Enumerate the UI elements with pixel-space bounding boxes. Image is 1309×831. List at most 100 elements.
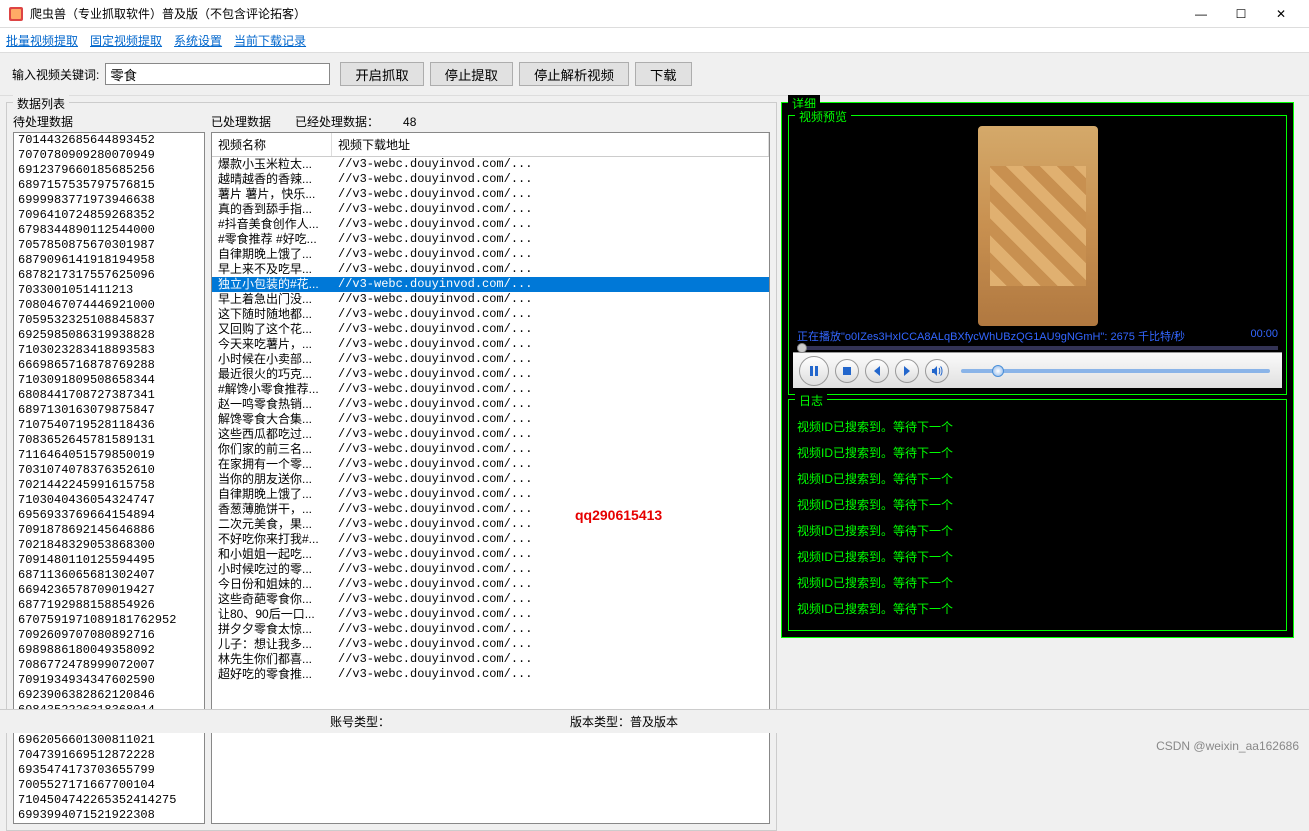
start-crawl-button[interactable]: 开启抓取 [340,62,423,86]
table-row[interactable]: 赵一鸣零食热销...//v3-webc.douyinvod.com/... [212,397,769,412]
table-row[interactable]: 独立小包装的#花...//v3-webc.douyinvod.com/... [212,277,769,292]
download-button[interactable]: 下载 [635,62,692,86]
pending-item[interactable]: 6897157535797576815 [14,178,204,193]
pending-item[interactable]: 7103040436054324747 [14,493,204,508]
pending-item[interactable]: 7070780909280070949 [14,148,204,163]
pending-item[interactable]: 7059532325108845837 [14,313,204,328]
table-row[interactable]: #零食推荐 #好吃...//v3-webc.douyinvod.com/... [212,232,769,247]
pending-item[interactable]: 7031074078376352610 [14,463,204,478]
play-pause-button[interactable] [799,356,829,386]
pending-item[interactable]: 6669865716878769288 [14,358,204,373]
table-row[interactable]: 爆款小玉米粒太...//v3-webc.douyinvod.com/... [212,157,769,172]
pending-item[interactable]: 6925985086319938828 [14,328,204,343]
pending-item[interactable]: 6877192988158854926 [14,598,204,613]
pending-item[interactable]: 7021848329053868300 [14,538,204,553]
next-button[interactable] [895,359,919,383]
pending-item[interactable]: 7092609707080892716 [14,628,204,643]
progress-bar[interactable] [797,346,1278,350]
table-row[interactable]: 这下随时随地都...//v3-webc.douyinvod.com/... [212,307,769,322]
volume-button[interactable] [925,359,949,383]
volume-thumb[interactable] [992,365,1004,377]
link-batch-video[interactable]: 批量视频提取 [6,32,78,49]
close-button[interactable]: ✕ [1261,1,1301,27]
table-row[interactable]: 当你的朋友送你...//v3-webc.douyinvod.com/... [212,472,769,487]
stop-extract-button[interactable]: 停止提取 [430,62,513,86]
table-row[interactable]: 早上来不及吃早...//v3-webc.douyinvod.com/... [212,262,769,277]
pending-item[interactable]: 7057850875670301987 [14,238,204,253]
table-row[interactable]: 薯片 薯片，快乐...//v3-webc.douyinvod.com/... [212,187,769,202]
table-row[interactable]: 不好吃你来打我#...//v3-webc.douyinvod.com/... [212,532,769,547]
link-download-log[interactable]: 当前下载记录 [234,32,306,49]
table-row[interactable]: 最近很火的巧克...//v3-webc.douyinvod.com/... [212,367,769,382]
pending-item[interactable]: 7005527171667700104 [14,778,204,793]
table-row[interactable]: 小时候在小卖部...//v3-webc.douyinvod.com/... [212,352,769,367]
table-row[interactable]: 在家拥有一个零...//v3-webc.douyinvod.com/... [212,457,769,472]
pending-item[interactable]: 6897130163079875847 [14,403,204,418]
pending-item[interactable]: 6989886180049358092 [14,643,204,658]
table-row[interactable]: #抖音美食创作人...//v3-webc.douyinvod.com/... [212,217,769,232]
table-row[interactable]: #解馋小零食推荐...//v3-webc.douyinvod.com/... [212,382,769,397]
table-row[interactable]: 超好吃的零食推...//v3-webc.douyinvod.com/... [212,667,769,682]
keyword-input[interactable] [105,63,330,85]
table-row[interactable]: 二次元美食，果...//v3-webc.douyinvod.com/... [212,517,769,532]
table-row[interactable]: 自律期晚上饿了...//v3-webc.douyinvod.com/... [212,487,769,502]
volume-slider[interactable] [961,369,1270,373]
table-row[interactable]: 这些西瓜都吃过...//v3-webc.douyinvod.com/... [212,427,769,442]
pending-item[interactable]: 7107540719528118436 [14,418,204,433]
table-row[interactable]: 你们家的前三名...//v3-webc.douyinvod.com/... [212,442,769,457]
pending-item[interactable]: 7083652645781589131 [14,433,204,448]
table-row[interactable]: 让80、90后一口...//v3-webc.douyinvod.com/... [212,607,769,622]
table-row[interactable]: 自律期晚上饿了...//v3-webc.douyinvod.com/... [212,247,769,262]
table-row[interactable]: 小时候吃过的零...//v3-webc.douyinvod.com/... [212,562,769,577]
pending-item[interactable]: 7047391669512872228 [14,748,204,763]
stop-button[interactable] [835,359,859,383]
link-fixed-video[interactable]: 固定视频提取 [90,32,162,49]
pending-item[interactable]: 6707591971089181762952 [14,613,204,628]
table-row[interactable]: 拼夕夕零食太惊...//v3-webc.douyinvod.com/... [212,622,769,637]
link-settings[interactable]: 系统设置 [174,32,222,49]
pending-item[interactable]: 6993994071521922308 [14,808,204,823]
pending-item[interactable]: 7080467074446921000 [14,298,204,313]
pending-item[interactable]: 6871136065681302407 [14,568,204,583]
pending-item[interactable]: 6962056601300811021 [14,733,204,748]
table-row[interactable]: 儿子：想让我多...//v3-webc.douyinvod.com/... [212,637,769,652]
pending-item[interactable]: 6956933769664154894 [14,508,204,523]
table-row[interactable]: 今天来吃薯片，...//v3-webc.douyinvod.com/... [212,337,769,352]
pending-item[interactable]: 7091480110125594495 [14,553,204,568]
pending-item[interactable]: 7014432685644893452 [14,133,204,148]
stop-parse-button[interactable]: 停止解析视频 [519,62,629,86]
prev-button[interactable] [865,359,889,383]
pending-item[interactable]: 7103091809508658344 [14,373,204,388]
pending-item[interactable]: 7104504742265352414275 [14,793,204,808]
pending-item[interactable]: 7096410724859268352 [14,208,204,223]
pending-item[interactable]: 6912379660185685256 [14,163,204,178]
progress-thumb[interactable] [797,343,807,353]
table-row[interactable]: 今日份和姐妹的...//v3-webc.douyinvod.com/... [212,577,769,592]
pending-item[interactable]: 7086772478999072007 [14,658,204,673]
col-video-url[interactable]: 视频下载地址 [332,133,769,156]
table-row[interactable]: 又回购了这个花...//v3-webc.douyinvod.com/... [212,322,769,337]
pending-item[interactable]: 6935474173703655799 [14,763,204,778]
pending-item[interactable]: 6798344890112544000 [14,223,204,238]
table-row[interactable]: 香葱薄脆饼干，...//v3-webc.douyinvod.com/... [212,502,769,517]
table-row[interactable]: 真的香到舔手指...//v3-webc.douyinvod.com/... [212,202,769,217]
table-row[interactable]: 林先生你们都喜...//v3-webc.douyinvod.com/... [212,652,769,667]
pending-item[interactable]: 6923906382862120846 [14,688,204,703]
video-preview[interactable] [793,126,1282,326]
pending-item[interactable]: 6999983771973946638 [14,193,204,208]
log-box[interactable]: 视频ID已搜索到。等待下一个视频ID已搜索到。等待下一个视频ID已搜索到。等待下… [793,410,1282,626]
table-row[interactable]: 越晴越香的香辣...//v3-webc.douyinvod.com/... [212,172,769,187]
pending-item[interactable]: 7091878692145646886 [14,523,204,538]
pending-item[interactable]: 7091934934347602590 [14,673,204,688]
pending-item[interactable]: 6879096141918194958 [14,253,204,268]
col-video-name[interactable]: 视频名称 [212,133,332,156]
table-row[interactable]: 早上着急出门没...//v3-webc.douyinvod.com/... [212,292,769,307]
pending-item[interactable]: 6694236578709019427 [14,583,204,598]
table-row[interactable]: 这些奇葩零食你...//v3-webc.douyinvod.com/... [212,592,769,607]
pending-item[interactable]: 6878217317557625096 [14,268,204,283]
pending-item[interactable]: 6808441708727387341 [14,388,204,403]
table-row[interactable]: 和小姐姐一起吃...//v3-webc.douyinvod.com/... [212,547,769,562]
table-row[interactable]: 解馋零食大合集...//v3-webc.douyinvod.com/... [212,412,769,427]
maximize-button[interactable]: ☐ [1221,1,1261,27]
pending-item[interactable]: 7116464051579850019 [14,448,204,463]
